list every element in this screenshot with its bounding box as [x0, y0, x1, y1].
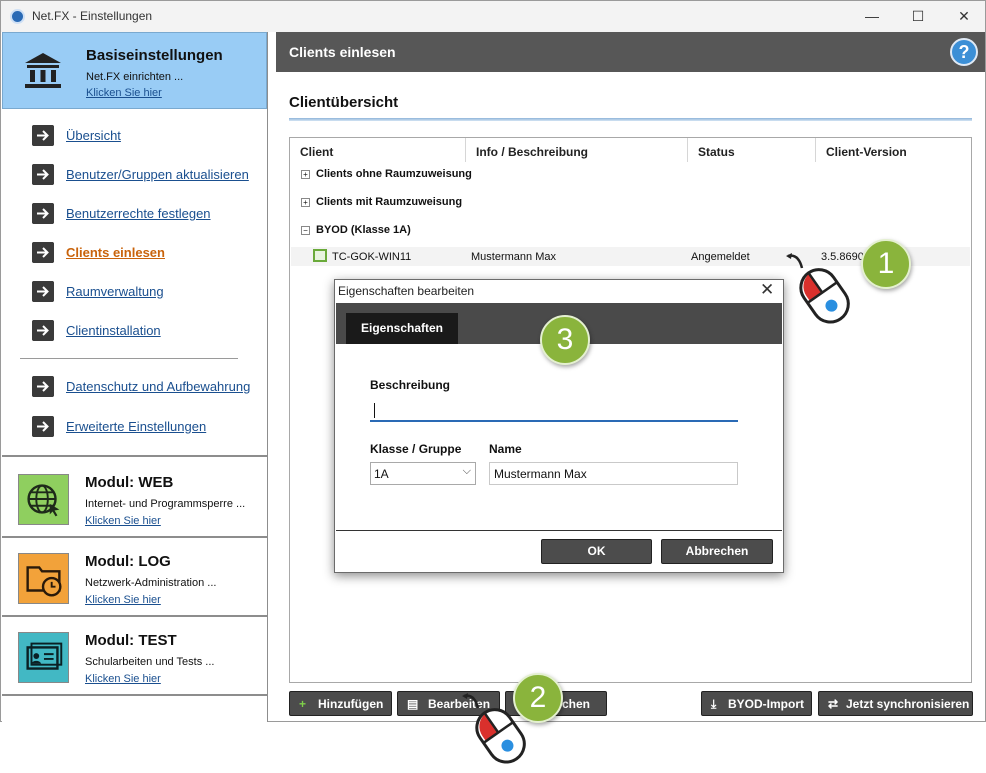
basis-title: Basiseinstellungen [86, 47, 223, 64]
maximize-button[interactable]: ☐ [895, 1, 941, 32]
module-subtitle: Internet- und Programmsperre ... [85, 498, 246, 510]
section-divider [289, 118, 972, 121]
plus-icon: + [299, 697, 307, 711]
arrow-right-icon [32, 203, 54, 224]
collapse-icon[interactable]: − [301, 225, 310, 235]
module-subtitle: Netzwerk-Administration ... [85, 577, 217, 589]
module-title: Modul: WEB [85, 474, 174, 491]
group-label: BYOD (Klasse 1A) [316, 224, 411, 236]
divider [20, 358, 238, 359]
arrow-right-icon [32, 164, 54, 185]
close-button[interactable]: ✕ [941, 1, 986, 32]
text-cursor [374, 403, 375, 418]
app-logo-icon [10, 9, 25, 24]
column-header-status[interactable]: Status [688, 138, 816, 162]
sidebar-item-label[interactable]: Erweiterte Einstellungen [66, 419, 206, 434]
description-label: Beschreibung [370, 378, 451, 392]
sync-icon: ⇄ [828, 697, 839, 711]
sidebar-item-label[interactable]: Clientinstallation [66, 323, 161, 338]
arrow-right-icon [32, 281, 54, 302]
class-select-value: 1A [374, 467, 389, 481]
name-label: Name [489, 442, 522, 456]
dialog-body: Beschreibung Klasse / Gruppe Name 1A ⌵ [336, 344, 782, 531]
step-badge-3: 3 [540, 315, 590, 365]
module-title: Modul: TEST [85, 632, 177, 649]
group-row[interactable]: + Clients mit Raumzuweisung [301, 196, 462, 208]
cell-client: TC-GOK-WIN11 [332, 251, 412, 263]
byod-import-button[interactable]: ⤓ BYOD-Import [701, 691, 812, 716]
mouse-click-icon [462, 693, 526, 764]
mouse-click-icon [786, 253, 850, 324]
column-header-version[interactable]: Client-Version [816, 138, 972, 162]
name-input[interactable] [489, 462, 738, 485]
tab-eigenschaften[interactable]: Eigenschaften [346, 313, 458, 344]
sidebar-item-label[interactable]: Benutzer/Gruppen aktualisieren [66, 167, 249, 182]
module-test[interactable]: Modul: TEST Schularbeiten und Tests ... … [2, 617, 267, 696]
cell-info: Mustermann Max [471, 251, 556, 263]
id-card-icon [18, 632, 69, 683]
arrow-right-icon [32, 376, 54, 397]
page-title: Clients einlesen [289, 44, 396, 60]
basis-module[interactable]: Basiseinstellungen Net.FX einrichten ...… [2, 32, 267, 109]
group-label: Clients mit Raumzuweisung [316, 196, 463, 208]
cell-status: Angemeldet [691, 251, 750, 263]
import-icon: ⤓ [711, 697, 717, 711]
group-label: Clients ohne Raumzuweisung [316, 168, 472, 180]
computer-icon [313, 249, 327, 262]
help-icon[interactable]: ? [950, 38, 978, 66]
main-header: Clients einlesen ? [276, 32, 985, 72]
module-link[interactable]: Klicken Sie hier [85, 673, 161, 685]
arrow-right-icon [32, 320, 54, 341]
chevron-down-icon: ⌵ [462, 465, 471, 477]
basis-link[interactable]: Klicken Sie hier [86, 87, 162, 99]
window-title: Net.FX - Einstellungen [32, 9, 153, 23]
sidebar-item-label[interactable]: Benutzerrechte festlegen [66, 206, 211, 221]
title-bar[interactable]: Net.FX - Einstellungen — ☐ ✕ [1, 1, 985, 32]
module-title: Modul: LOG [85, 553, 171, 570]
expand-icon[interactable]: + [301, 169, 310, 179]
column-header-client[interactable]: Client [290, 138, 466, 162]
nav-list: Übersicht Benutzer/Gruppen aktualisieren… [2, 110, 267, 457]
step-badge-1: 1 [861, 239, 911, 289]
arrow-right-icon [32, 242, 54, 263]
ok-button[interactable]: OK [541, 539, 652, 564]
group-row[interactable]: − BYOD (Klasse 1A) [301, 224, 411, 236]
globe-cursor-icon [18, 474, 69, 525]
sidebar-item-label[interactable]: Clients einlesen [66, 245, 165, 260]
document-icon: ▤ [407, 697, 419, 711]
sidebar: Basiseinstellungen Net.FX einrichten ...… [2, 32, 268, 722]
sidebar-item-label[interactable]: Übersicht [66, 128, 121, 143]
column-header-info[interactable]: Info / Beschreibung [466, 138, 688, 162]
bank-icon [25, 53, 61, 88]
module-log[interactable]: Modul: LOG Netzwerk-Administration ... K… [2, 538, 267, 617]
sidebar-item-label[interactable]: Raumverwaltung [66, 284, 164, 299]
module-link[interactable]: Klicken Sie hier [85, 515, 161, 527]
dialog-close-icon[interactable]: ✕ [760, 280, 774, 300]
expand-icon[interactable]: + [301, 197, 310, 207]
sync-button[interactable]: ⇄ Jetzt synchronisieren [818, 691, 973, 716]
description-input[interactable] [370, 400, 738, 422]
folder-clock-icon [18, 553, 69, 604]
arrow-right-icon [32, 416, 54, 437]
dialog-title: Eigenschaften bearbeiten [338, 284, 475, 298]
cancel-button[interactable]: Abbrechen [661, 539, 773, 564]
basis-subtitle: Net.FX einrichten ... [86, 71, 184, 83]
module-web[interactable]: Modul: WEB Internet- und Programmsperre … [2, 459, 267, 538]
module-subtitle: Schularbeiten und Tests ... [85, 656, 215, 668]
add-button[interactable]: + Hinzufügen [289, 691, 392, 716]
group-row[interactable]: + Clients ohne Raumzuweisung [301, 168, 472, 180]
class-select[interactable]: 1A ⌵ [370, 462, 476, 485]
sidebar-item-label[interactable]: Datenschutz und Aufbewahrung [66, 379, 250, 394]
class-label: Klasse / Gruppe [370, 442, 462, 456]
minimize-button[interactable]: — [849, 1, 895, 32]
arrow-right-icon [32, 125, 54, 146]
section-title: Clientübersicht [289, 94, 399, 111]
module-link[interactable]: Klicken Sie hier [85, 594, 161, 606]
